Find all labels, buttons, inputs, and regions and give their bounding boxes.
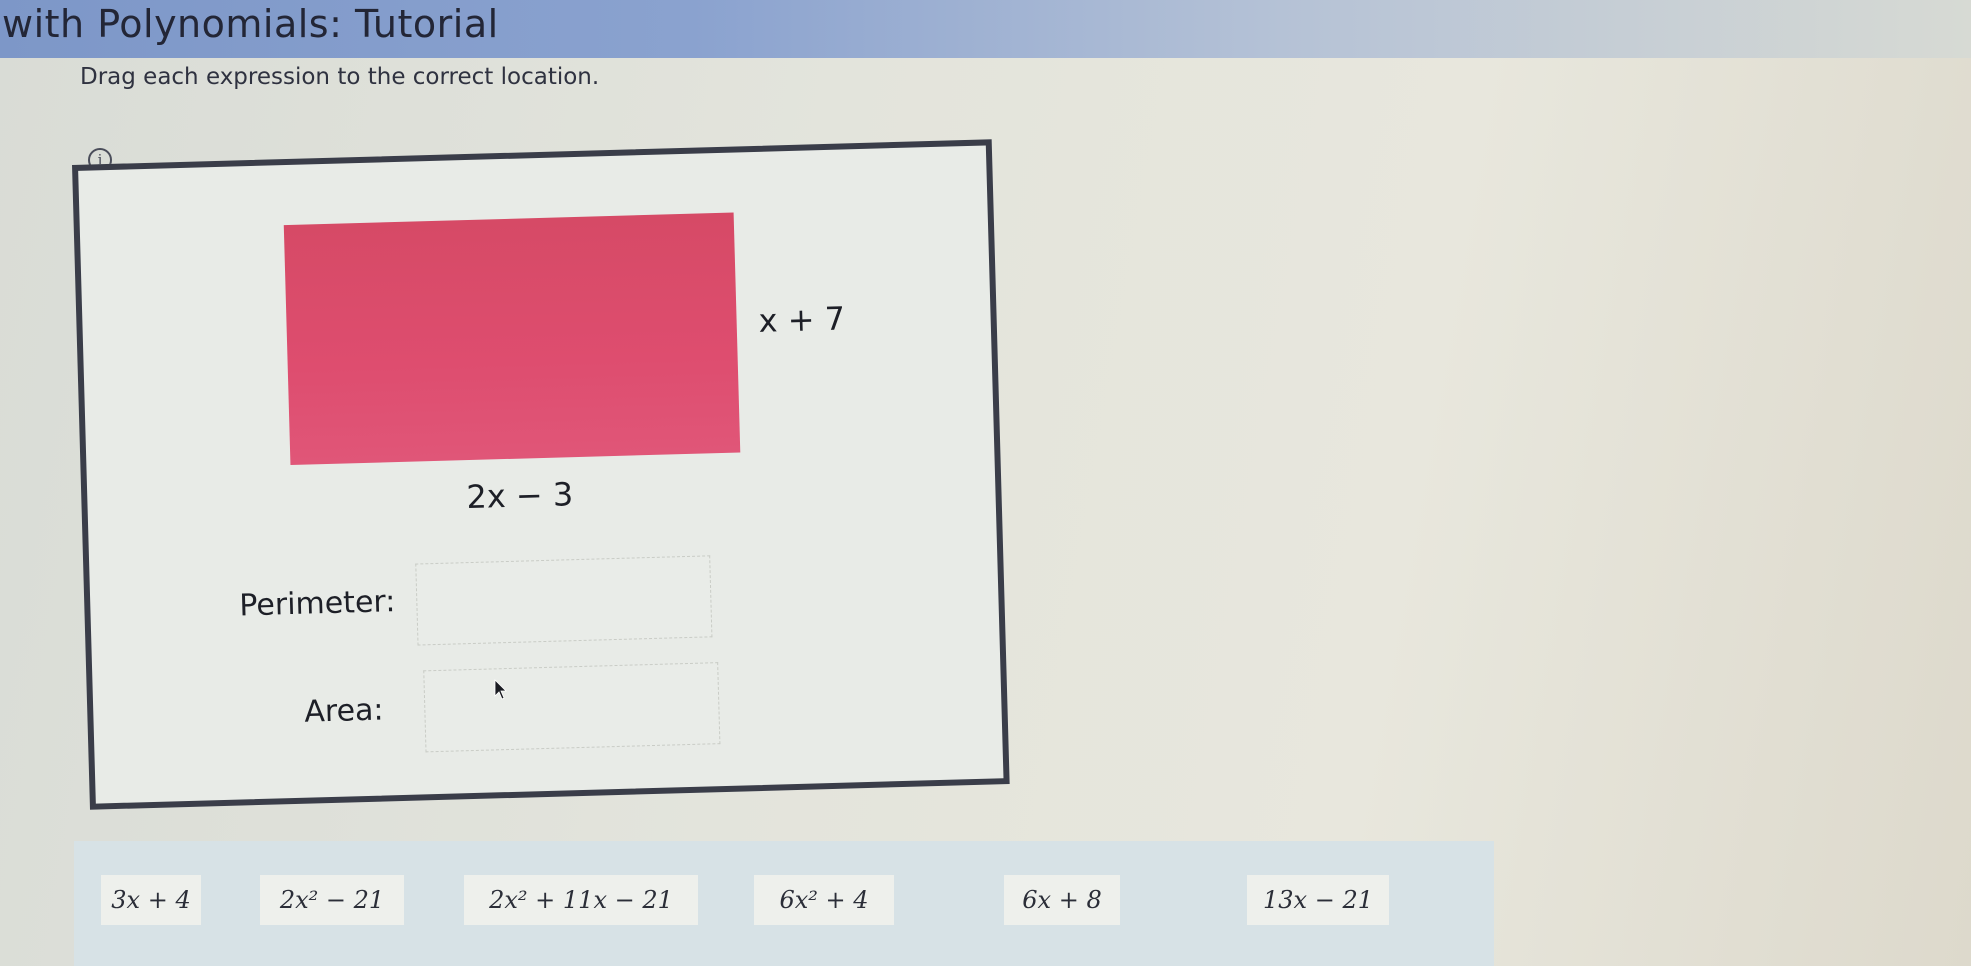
expression-tile[interactable]: 6x + 8 bbox=[1004, 875, 1120, 925]
expression-tile[interactable]: 13x − 21 bbox=[1247, 875, 1389, 925]
instruction-text: Drag each expression to the correct loca… bbox=[80, 64, 600, 90]
problem-panel: x + 7 2x − 3 Perimeter: Area: bbox=[72, 139, 1010, 810]
mouse-cursor-icon bbox=[494, 679, 507, 700]
perimeter-label: Perimeter: bbox=[238, 584, 396, 624]
expression-tile[interactable]: 2x² + 11x − 21 bbox=[464, 875, 698, 925]
width-label: 2x − 3 bbox=[465, 475, 574, 517]
expression-tile[interactable]: 3x + 4 bbox=[101, 875, 201, 925]
rectangle-figure bbox=[283, 212, 741, 466]
page-title: with Polynomials: Tutorial bbox=[2, 2, 499, 46]
perimeter-drop-target[interactable] bbox=[415, 555, 713, 646]
area-drop-target[interactable] bbox=[423, 662, 721, 753]
expression-tile[interactable]: 2x² − 21 bbox=[260, 875, 404, 925]
expression-tile-tray: 3x + 4 2x² − 21 2x² + 11x − 21 6x² + 4 6… bbox=[74, 841, 1494, 966]
area-label: Area: bbox=[303, 692, 384, 730]
title-bar: with Polynomials: Tutorial bbox=[0, 0, 1971, 58]
expression-tile[interactable]: 6x² + 4 bbox=[754, 875, 894, 925]
height-label: x + 7 bbox=[758, 299, 846, 340]
